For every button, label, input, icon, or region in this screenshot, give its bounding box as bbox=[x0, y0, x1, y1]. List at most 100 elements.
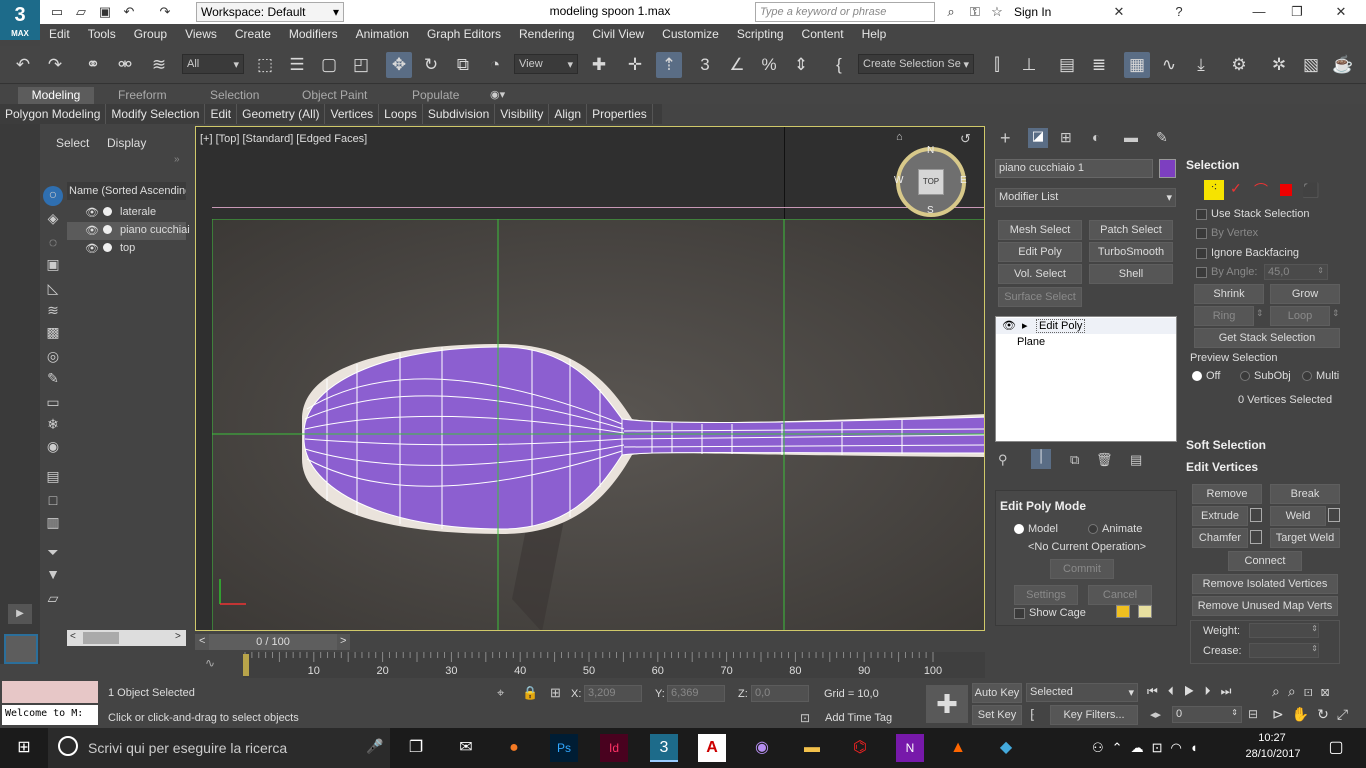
stack-item-plane[interactable]: Plane bbox=[1017, 336, 1045, 348]
percent-snap-icon[interactable]: % bbox=[756, 52, 782, 78]
next-key-icon[interactable]: ⏵ bbox=[1205, 684, 1221, 698]
scroll-thumb[interactable] bbox=[83, 632, 119, 644]
go-to-end-icon[interactable]: ⏭ bbox=[1221, 684, 1242, 698]
ring-spinner-icon[interactable]: ⇕ bbox=[1256, 308, 1264, 319]
display-tab-icon[interactable]: ▬ bbox=[1124, 129, 1138, 145]
ribbon-panel-visibility[interactable]: Visibility bbox=[495, 104, 550, 124]
menu-item-animation[interactable]: Animation bbox=[347, 24, 418, 44]
spinner-snap-icon[interactable]: ⇕ bbox=[788, 52, 814, 78]
visibility-eye-icon[interactable]: 👁 bbox=[85, 206, 99, 219]
ribbon-panel-align[interactable]: Align bbox=[549, 104, 588, 124]
bind-space-warp-icon[interactable]: ≋ bbox=[146, 52, 172, 78]
ribbon-panel-edit[interactable]: Edit bbox=[205, 104, 238, 124]
show-cage-checkbox[interactable]: Show Cage bbox=[1014, 607, 1086, 619]
show-end-result-icon[interactable]: ⏐ bbox=[1031, 449, 1051, 469]
redo-icon[interactable]: ↷ bbox=[42, 52, 68, 78]
key-mode-icon[interactable]: ⁅ bbox=[1030, 707, 1035, 723]
tab-selection[interactable]: Selection bbox=[202, 87, 267, 104]
place-icon[interactable]: ◔ bbox=[482, 52, 508, 78]
keyboard-shortcut-override-icon[interactable]: ⇡ bbox=[656, 52, 682, 78]
shell-button[interactable]: Shell bbox=[1089, 264, 1173, 284]
orbit-icon[interactable]: ↺ bbox=[960, 131, 971, 147]
spinner-arrows-icon[interactable]: ⇕ bbox=[1311, 644, 1318, 653]
use-stack-selection-checkbox[interactable]: Use Stack Selection bbox=[1196, 208, 1309, 220]
remove-modifier-icon[interactable]: 🗑 bbox=[1096, 452, 1113, 468]
connect-button[interactable]: Connect bbox=[1228, 551, 1302, 571]
ribbon-panel-vertices[interactable]: Vertices bbox=[325, 104, 380, 124]
list-item[interactable]: 👁 piano cucchiai bbox=[67, 222, 190, 240]
weight-spinner[interactable]: ⇕ bbox=[1249, 623, 1319, 638]
timeline-track[interactable]: 0102030405060708090100 bbox=[242, 652, 985, 678]
field-of-view-icon[interactable]: ⊳ bbox=[1272, 706, 1292, 722]
photoshop-icon[interactable]: Ps bbox=[550, 734, 578, 762]
grow-button[interactable]: Grow bbox=[1270, 284, 1340, 304]
add-time-tag[interactable]: Add Time Tag bbox=[825, 712, 892, 724]
expand-arrow-icon[interactable]: ▶ bbox=[8, 604, 32, 624]
particles-filter-icon[interactable]: ❄ bbox=[43, 416, 63, 436]
viewcube-top-face[interactable]: TOP bbox=[918, 169, 944, 195]
undo-icon[interactable]: ↶ bbox=[10, 52, 36, 78]
viewport-layout-icon[interactable] bbox=[4, 634, 38, 664]
acrobat-icon[interactable]: ⌬ bbox=[846, 734, 874, 762]
model-radio[interactable]: Model bbox=[1014, 523, 1058, 535]
border-mode-icon[interactable]: ⌒ bbox=[1254, 180, 1268, 200]
visibility-eye-icon[interactable]: 👁 bbox=[1002, 319, 1016, 332]
orbit-icon[interactable]: ↻ bbox=[1317, 706, 1337, 722]
commit-button[interactable]: Commit bbox=[1050, 559, 1114, 579]
display-none-icon[interactable]: ○ bbox=[43, 186, 63, 206]
target-weld-button[interactable]: Target Weld bbox=[1270, 528, 1340, 548]
modifier-list-dropdown[interactable]: Modifier List ▾ bbox=[995, 188, 1176, 207]
selection-filter-dropdown[interactable]: All ▾ bbox=[182, 54, 244, 74]
modify-tab-icon[interactable]: ◪ bbox=[1028, 128, 1048, 148]
geometry-filter-icon[interactable]: ◈ bbox=[43, 210, 63, 230]
mirror-icon[interactable]: ⫿ bbox=[984, 52, 1010, 78]
z-coordinate-field[interactable]: 0,0 bbox=[751, 685, 809, 702]
menu-item-rendering[interactable]: Rendering bbox=[510, 24, 583, 44]
loop-spinner-icon[interactable]: ⇕ bbox=[1332, 308, 1340, 319]
extrude-settings-icon[interactable] bbox=[1250, 508, 1262, 522]
ribbon-panel-loops[interactable]: Loops bbox=[379, 104, 423, 124]
mini-curve-editor-icon[interactable]: ∿ bbox=[205, 656, 215, 670]
ribbon-panel-polygon-modeling[interactable]: Polygon Modeling bbox=[0, 104, 107, 124]
minimize-icon[interactable]: — bbox=[1250, 3, 1268, 21]
home-icon[interactable]: ⌂ bbox=[896, 131, 903, 143]
properties-filter-icon[interactable]: ▥ bbox=[43, 514, 63, 534]
edge-mode-icon[interactable]: ✓ bbox=[1230, 180, 1242, 197]
rotate-icon[interactable]: ↻ bbox=[418, 52, 444, 78]
open-file-icon[interactable]: ▱ bbox=[72, 3, 90, 21]
previous-frame-icon[interactable]: < bbox=[199, 635, 205, 647]
list-item[interactable]: 👁 laterale bbox=[67, 204, 186, 222]
horizontal-scrollbar[interactable]: < > bbox=[67, 630, 186, 646]
make-unique-icon[interactable]: ⧉ bbox=[1070, 452, 1079, 468]
menu-item-content[interactable]: Content bbox=[793, 24, 853, 44]
onenote-icon[interactable]: N bbox=[896, 734, 924, 762]
remove-unused-map-verts-button[interactable]: Remove Unused Map Verts bbox=[1192, 596, 1338, 616]
next-frame-icon[interactable]: > bbox=[340, 635, 346, 647]
auto-key-button[interactable]: Auto Key bbox=[972, 683, 1022, 703]
render-icon[interactable]: ☕ bbox=[1330, 52, 1356, 78]
layer-icon[interactable]: ▱ bbox=[43, 590, 63, 610]
app-logo[interactable]: 3 MAX bbox=[0, 0, 40, 40]
ribbon-panel-modify-selection[interactable]: Modify Selection bbox=[106, 104, 206, 124]
filter-funnel-icon[interactable]: ⏷ bbox=[43, 544, 63, 564]
invert-filter-icon[interactable]: □ bbox=[43, 492, 63, 512]
tab-populate[interactable]: Populate bbox=[404, 87, 467, 104]
keyword-search-input[interactable]: Type a keyword or phrase bbox=[755, 2, 935, 22]
tab-object-paint[interactable]: Object Paint bbox=[294, 87, 375, 104]
polygon-mode-icon[interactable] bbox=[1280, 184, 1292, 196]
align-icon[interactable]: ⊥ bbox=[1016, 52, 1042, 78]
configure-sets-icon[interactable]: ▤ bbox=[1130, 452, 1142, 468]
rollout-header[interactable]: Edit Poly Mode bbox=[1000, 499, 1086, 513]
select-object-icon[interactable]: ⬚ bbox=[252, 52, 278, 78]
menu-item-views[interactable]: Views bbox=[176, 24, 226, 44]
microphone-icon[interactable]: 🎤 bbox=[366, 738, 383, 755]
remove-isolated-vertices-button[interactable]: Remove Isolated Vertices bbox=[1192, 574, 1338, 594]
preview-subobj-radio[interactable]: SubObj bbox=[1240, 370, 1291, 382]
window-crossing-icon[interactable]: ◰ bbox=[348, 52, 374, 78]
scale-icon[interactable]: ⧉ bbox=[450, 52, 476, 78]
curve-editor-icon[interactable]: ∿ bbox=[1156, 52, 1182, 78]
favorites-icon[interactable]: ☆ bbox=[988, 3, 1006, 21]
reference-coordinate-dropdown[interactable]: View ▾ bbox=[514, 54, 578, 74]
scroll-right-icon[interactable]: > bbox=[175, 631, 181, 642]
onedrive-icon[interactable]: ☁ bbox=[1131, 740, 1152, 755]
